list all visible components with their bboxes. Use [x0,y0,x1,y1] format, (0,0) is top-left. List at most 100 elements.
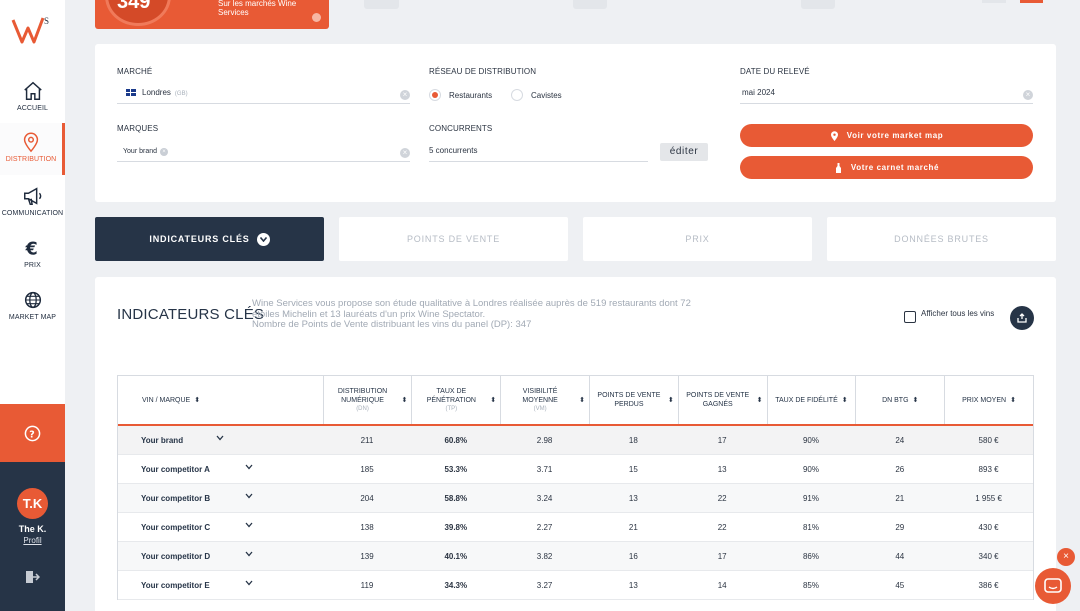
cell-won: 17 [717,551,727,561]
uk-flag-icon [126,89,136,97]
table-row[interactable]: Your competitor B 204 58.8% 3.24 13 22 9… [118,484,1033,513]
col-prix-moyen[interactable]: PRIX MOYEN ⬍ [944,376,1033,424]
cell-lost: 21 [628,522,638,532]
table-row[interactable]: Your competitor E 119 34.3% 3.27 13 14 8… [118,571,1033,600]
sort-icon: ⬍ [1010,396,1016,404]
col-taux-fidelite[interactable]: TAUX DE FIDÉLITÉ ⬍ [766,376,856,424]
col-pv-gagnes[interactable]: POINTS DE VENTE GAGNÉS ⬍ [677,376,767,424]
nav-communication[interactable]: COMMUNICATION [0,183,65,235]
profile-link[interactable]: Profil [0,536,65,545]
cell-price: 340 € [978,551,999,561]
header-sub: (DN) [356,405,369,412]
row-name: Your competitor E [141,580,210,590]
cell-won: 17 [717,435,727,445]
carnet-marche-button-label: Votre carnet marché [850,163,940,172]
nav-market-map[interactable]: MARKET MAP [0,287,65,339]
cell-vm: 2.27 [536,522,553,532]
cell-fid: 90% [802,464,819,474]
user-name: The K. [18,524,47,534]
tab-donnees-brutes[interactable]: DONNÉES BRUTES [827,217,1056,261]
nav-prix[interactable]: € PRIX [0,235,65,287]
close-chat-button[interactable]: × [1057,548,1075,566]
edit-competitors-button[interactable]: éditer [660,143,708,161]
description-line: Wine Services vous propose son étude qua… [252,298,691,309]
remove-brand-tag-icon[interactable]: × [160,148,168,156]
tab-prix[interactable]: PRIX [583,217,812,261]
cell-vm: 2.98 [536,435,553,445]
cell-dn: 138 [360,522,374,532]
cell-price: 580 € [978,435,999,445]
cell-dn: 139 [360,551,374,561]
table-header: VIN / MARQUE ⬍ DISTRIBUTION NUMÉRIQUE (DN)… [118,376,1033,426]
col-dn-btg[interactable]: DN BTG ⬍ [855,376,944,424]
export-button[interactable] [1010,306,1034,330]
date-value: mai 2024 [742,88,775,97]
tab-indicateurs-cles-label: INDICATEURS CLÉS [149,234,250,244]
chevron-down-icon[interactable] [245,551,253,557]
header-label: DN BTG [882,396,909,404]
table-row[interactable]: Your competitor A 185 53.3% 3.71 15 13 9… [118,455,1033,484]
top-tab[interactable] [982,0,1006,3]
svg-text:?: ? [29,429,34,440]
col-pv-perdus[interactable]: POINTS DE VENTE PERDUS ⬍ [588,376,678,424]
tab-indicateurs-cles[interactable]: INDICATEURS CLÉS [95,217,324,261]
market-count: 349 [117,0,151,13]
chevron-down-icon[interactable] [216,435,224,441]
table-row[interactable]: Your brand 211 60.8% 2.98 18 17 90% 24 5… [118,426,1033,455]
cell-fid: 81% [802,522,819,532]
col-dn[interactable]: DISTRIBUTION NUMÉRIQUE (DN) ⬍ [322,376,412,424]
chevron-down-icon[interactable] [245,522,253,528]
cell-tp: 53.3% [444,464,468,474]
top-tab-active[interactable] [1020,0,1043,3]
header-label: TAUX DE FIDÉLITÉ [775,396,838,404]
chevron-down-icon[interactable] [245,493,253,499]
radio-cavistes[interactable]: Cavistes [511,89,562,101]
info-icon[interactable] [312,13,321,22]
cell-tp: 39.8% [444,522,468,532]
show-all-wines-checkbox[interactable]: Afficher tous les vins [904,310,996,323]
help-button[interactable]: ? [0,404,65,476]
col-vin-marque[interactable]: VIN / MARQUE ⬍ [118,376,323,424]
carnet-marche-button[interactable]: Votre carnet marché [740,156,1033,179]
chevron-down-icon[interactable] [245,464,253,470]
brands-select[interactable]: Your brand × × [117,146,410,162]
nav-prix-label: PRIX [24,262,41,269]
header-label: PRIX MOYEN [962,396,1007,404]
cell-fid: 91% [802,493,819,503]
cell-btg: 45 [895,580,905,590]
radio-restaurants[interactable]: Restaurants [429,89,492,101]
cell-price: 893 € [978,464,999,474]
clear-brands-icon[interactable]: × [400,148,410,158]
market-map-button[interactable]: Voir votre market map [740,124,1033,147]
row-name: Your competitor C [141,522,211,532]
wine-services-logo[interactable]: S [10,12,56,46]
tab-points-de-vente[interactable]: POINTS DE VENTE [339,217,568,261]
cell-vm: 3.82 [536,551,553,561]
table-row[interactable]: Your competitor D 139 40.1% 3.82 16 17 8… [118,542,1033,571]
megaphone-icon [23,187,41,205]
study-description: Wine Services vous propose son étude qua… [252,298,762,331]
cell-price: 1 955 € [975,493,1002,503]
table-row[interactable]: Your competitor C 138 39.8% 2.27 21 22 8… [118,513,1033,542]
cell-btg: 29 [895,522,905,532]
market-select[interactable]: Londres (GB) × [117,88,410,104]
cell-dn: 185 [360,464,374,474]
sort-icon: ⬍ [841,396,848,404]
sort-icon: ⬍ [194,396,201,404]
nav-distribution[interactable]: DISTRIBUTION [0,123,65,175]
chat-button[interactable] [1035,568,1071,604]
chevron-down-icon[interactable] [245,580,253,586]
cell-won: 22 [717,493,727,503]
market-label: MARCHÉ [117,67,153,76]
col-tp[interactable]: TAUX DE PÉNÉTRATION (TP) ⬍ [411,376,500,424]
col-vm[interactable]: VISIBILITÉ MOYENNE (VM) ⬍ [500,376,589,424]
cell-fid: 85% [802,580,819,590]
logout-icon[interactable] [24,569,40,585]
cell-lost: 13 [628,580,638,590]
clear-market-icon[interactable]: × [400,90,410,100]
date-select[interactable]: mai 2024 × [740,88,1033,104]
avatar[interactable]: T.K [17,488,48,519]
checkbox[interactable] [904,311,916,323]
cell-fid: 86% [802,551,819,561]
clear-date-icon[interactable]: × [1023,90,1033,100]
